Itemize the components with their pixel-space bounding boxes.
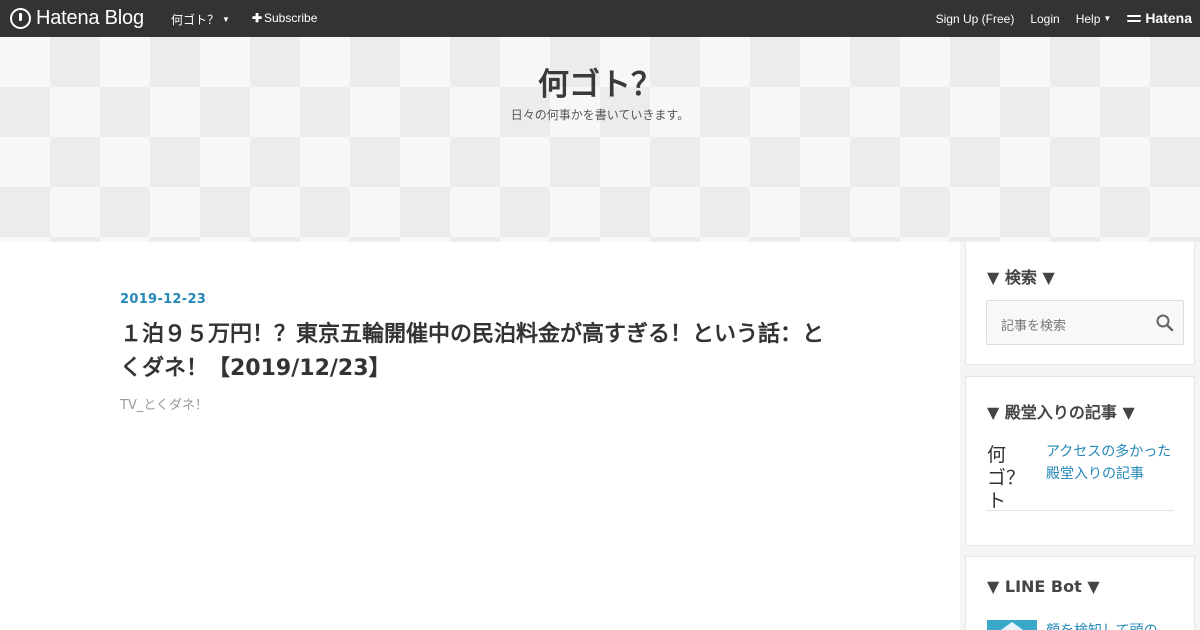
blog-header: 何ゴト？ 日々の何事かを書いていきます。: [0, 37, 1200, 242]
caret-down-icon: ▼: [1103, 13, 1112, 23]
blog-menu-dropdown[interactable]: 何ゴト？ ▼: [171, 11, 230, 28]
blog-description: 日々の何事かを書いていきます。: [510, 108, 690, 122]
plus-icon: ✚: [251, 11, 262, 25]
post-title[interactable]: １泊９５万円！？東京五輪開催中の民泊料金が高すぎる！という話：とくダネ！【201…: [120, 318, 830, 386]
post-category[interactable]: TV_とくダネ！: [120, 394, 208, 413]
fame-thumbnail[interactable]: 何ゴ？ト: [987, 444, 1039, 512]
blog-nav: 何ゴト？ ▼ ✚ Subscribe: [171, 11, 317, 28]
hatena-blog-icon: [10, 8, 31, 29]
signup-link[interactable]: Sign Up (Free): [936, 12, 1015, 26]
sidebar-fame-module: ▼ 殿堂入りの記事 ▼ 何ゴ？ト アクセスの多かった殿堂入りの記事: [965, 376, 1195, 546]
subscribe-button[interactable]: ✚ Subscribe: [252, 11, 317, 28]
blog-title[interactable]: 何ゴト？: [0, 59, 1200, 104]
blog-menu-label: 何ゴト？: [171, 13, 220, 27]
help-label: Help: [1075, 11, 1101, 26]
account-nav: Sign Up (Free) Login Help ▼ Hatena: [936, 10, 1192, 26]
subscribe-label: Subscribe: [264, 11, 318, 25]
line-bot-article-link[interactable]: 顔を検知して頭の: [1046, 620, 1158, 630]
line-bot-module-title: ▼ LINE Bot ▼: [987, 577, 1100, 596]
global-header: Hatena Blog 何ゴト？ ▼ ✚ Subscribe Sign Up (Fr…: [0, 0, 1200, 37]
login-link[interactable]: Login: [1030, 12, 1059, 26]
fame-module-title: ▼ 殿堂入りの記事 ▼: [987, 403, 1135, 422]
fame-article-link[interactable]: アクセスの多かった殿堂入りの記事: [1046, 441, 1176, 485]
hatena-logo-text: Hatena: [1145, 10, 1192, 26]
help-dropdown[interactable]: Help ▼: [1076, 12, 1112, 26]
search-module-title: ▼ 検索 ▼: [987, 268, 1055, 287]
hatena-mark-icon: [1127, 14, 1142, 23]
search-icon[interactable]: [1155, 313, 1175, 333]
sidebar-search-module: ▼ 検索 ▼ 記事を検索: [965, 242, 1195, 365]
search-input[interactable]: 記事を検索: [986, 300, 1184, 345]
line-bot-thumbnail[interactable]: [987, 620, 1037, 630]
sidebar-line-bot-module: ▼ LINE Bot ▼ 顔を検知して頭の: [965, 556, 1195, 630]
brand-name: Hatena Blog: [36, 7, 144, 29]
hatena-logo[interactable]: Hatena: [1127, 10, 1192, 26]
hatena-blog-logo[interactable]: Hatena Blog: [10, 7, 144, 30]
main-content: 2019-12-23 １泊９５万円！？東京五輪開催中の民泊料金が高すぎる！という…: [0, 242, 960, 630]
divider: [986, 510, 1174, 511]
search-placeholder: 記事を検索: [1001, 319, 1067, 334]
post-date[interactable]: 2019-12-23: [120, 292, 206, 307]
caret-down-icon: ▼: [222, 15, 230, 24]
